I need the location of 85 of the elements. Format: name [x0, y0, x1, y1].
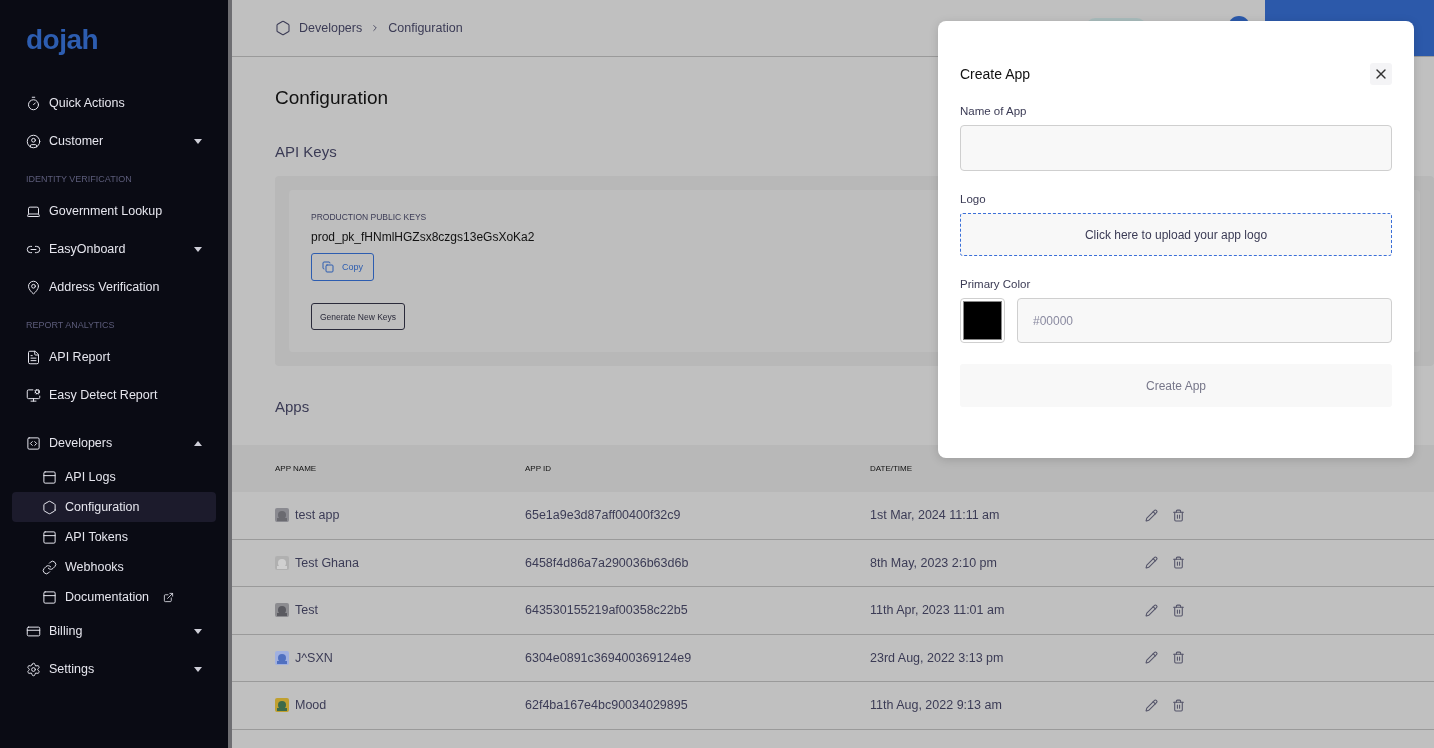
- table-cell-text: 23rd Aug, 2022 3:13 pm: [870, 650, 1005, 665]
- sidebar-item[interactable]: EasyOnboard: [12, 230, 216, 268]
- edit-icon[interactable]: [1145, 556, 1158, 570]
- section-heading: IDENTITY VERIFICATION: [25, 174, 133, 184]
- sidebar-subitem[interactable]: Webhooks: [12, 552, 216, 582]
- trash-icon[interactable]: [1172, 603, 1185, 617]
- sidebar-item[interactable]: Quick Actions: [12, 84, 216, 122]
- edit-icon[interactable]: [1145, 698, 1158, 712]
- sidebar-item[interactable]: Developers: [12, 424, 216, 462]
- column-header: APP NAME: [275, 464, 318, 473]
- app-name: Test: [295, 603, 318, 618]
- stopwatch-icon: [26, 95, 41, 111]
- column-header: APP ID: [525, 464, 553, 473]
- logo: dojah: [25, 24, 100, 56]
- link-icon: [42, 559, 57, 575]
- input-field[interactable]: #00000: [1017, 298, 1392, 343]
- api-key: prod_pk_fHNmlHGZsx8czgs13eGsXoKa2: [311, 230, 535, 244]
- field-label: Primary Color: [960, 278, 1032, 290]
- app-name: J^SXN: [295, 650, 333, 665]
- page-title: Configuration: [275, 87, 390, 109]
- dialog-title: Create App: [960, 66, 1031, 82]
- sidebar-item[interactable]: Billing: [12, 612, 216, 650]
- laptop-icon: [26, 203, 41, 219]
- sidebar-subitem[interactable]: API Logs: [12, 462, 216, 492]
- key-label: PRODUCTION PUBLIC KEYS: [311, 212, 427, 222]
- caret-up-icon: [194, 440, 202, 446]
- trash-icon[interactable]: [1172, 698, 1185, 712]
- hexagon-icon: [275, 20, 291, 36]
- column-header: DATE/TIME: [870, 464, 914, 473]
- trash-icon[interactable]: [1172, 651, 1185, 665]
- settings-icon: [26, 661, 41, 677]
- window-icon: [42, 469, 57, 485]
- generate-keys-button[interactable]: Generate New Keys: [311, 303, 406, 330]
- edit-icon[interactable]: [1145, 603, 1158, 617]
- breadcrumb-item: Configuration: [388, 21, 463, 35]
- document-icon: [26, 349, 41, 365]
- section-title: API Keys: [275, 143, 338, 160]
- hexagon-icon: [42, 499, 57, 515]
- map-pin-icon: [26, 279, 41, 295]
- window-icon: [42, 589, 57, 605]
- monitor-icon: [26, 387, 41, 403]
- sidebar-item[interactable]: Address Verification: [12, 268, 216, 306]
- sidebar-item[interactable]: Settings: [12, 650, 216, 688]
- edit-icon[interactable]: [1145, 508, 1158, 522]
- table-cell-text: 11th Apr, 2023 11:01 am: [870, 603, 1006, 618]
- caret-down-icon: [194, 666, 202, 672]
- caret-down-icon: [194, 138, 202, 144]
- field-label: Name of App: [960, 105, 1028, 117]
- app-name: Mood: [295, 698, 327, 713]
- sidebar-subitem[interactable]: API Tokens: [12, 522, 216, 552]
- sidebar-item[interactable]: Easy Detect Report: [12, 376, 216, 414]
- table-cell-text: 65e1a9e3d87aff00400f32c9: [525, 508, 682, 523]
- section-title: Apps: [275, 398, 311, 415]
- table-cell-text: 6304e0891c369400369124e9: [525, 650, 693, 665]
- close-button[interactable]: [1370, 63, 1392, 85]
- app-name: test app: [295, 508, 340, 523]
- color-swatch[interactable]: [960, 298, 1005, 343]
- trash-icon[interactable]: [1172, 508, 1185, 522]
- breadcrumb-item[interactable]: Developers: [299, 21, 363, 35]
- card-icon: [26, 623, 41, 639]
- input-field[interactable]: [960, 125, 1392, 171]
- caret-down-icon: [194, 628, 202, 634]
- sidebar-subitem[interactable]: Configuration: [12, 492, 216, 522]
- field-label: Logo: [960, 193, 987, 205]
- edit-icon[interactable]: [1145, 651, 1158, 665]
- copy-button[interactable]: Copy: [311, 253, 374, 281]
- sidebar-item[interactable]: API Report: [12, 338, 216, 376]
- section-heading: REPORT ANALYTICS: [25, 320, 116, 330]
- app-name: Test Ghana: [295, 555, 359, 570]
- table-cell-text: 1st Mar, 2024 11:11 am: [870, 508, 1001, 523]
- upload-area[interactable]: Click here to upload your app logo: [960, 213, 1392, 256]
- table-cell-text: 8th May, 2023 2:10 pm: [870, 555, 998, 570]
- sidebar-item[interactable]: Government Lookup: [12, 192, 216, 230]
- window-icon: [42, 529, 57, 545]
- code-icon: [26, 435, 41, 451]
- table-cell-text: 62f4ba167e4bc90034029895: [525, 698, 689, 713]
- sidebar-subitem[interactable]: Documentation: [12, 582, 216, 612]
- table-cell-text: 6458f4d86a7a290036b63d6b: [525, 555, 690, 570]
- table-cell-text: 643530155219af00358c22b5: [525, 603, 689, 618]
- user-icon: [26, 133, 41, 149]
- table-cell-text: 11th Aug, 2022 9:13 am: [870, 698, 1003, 713]
- copy-icon: [322, 261, 334, 273]
- caret-down-icon: [194, 246, 202, 252]
- sidebar-item[interactable]: Customer: [12, 122, 216, 160]
- trash-icon[interactable]: [1172, 556, 1185, 570]
